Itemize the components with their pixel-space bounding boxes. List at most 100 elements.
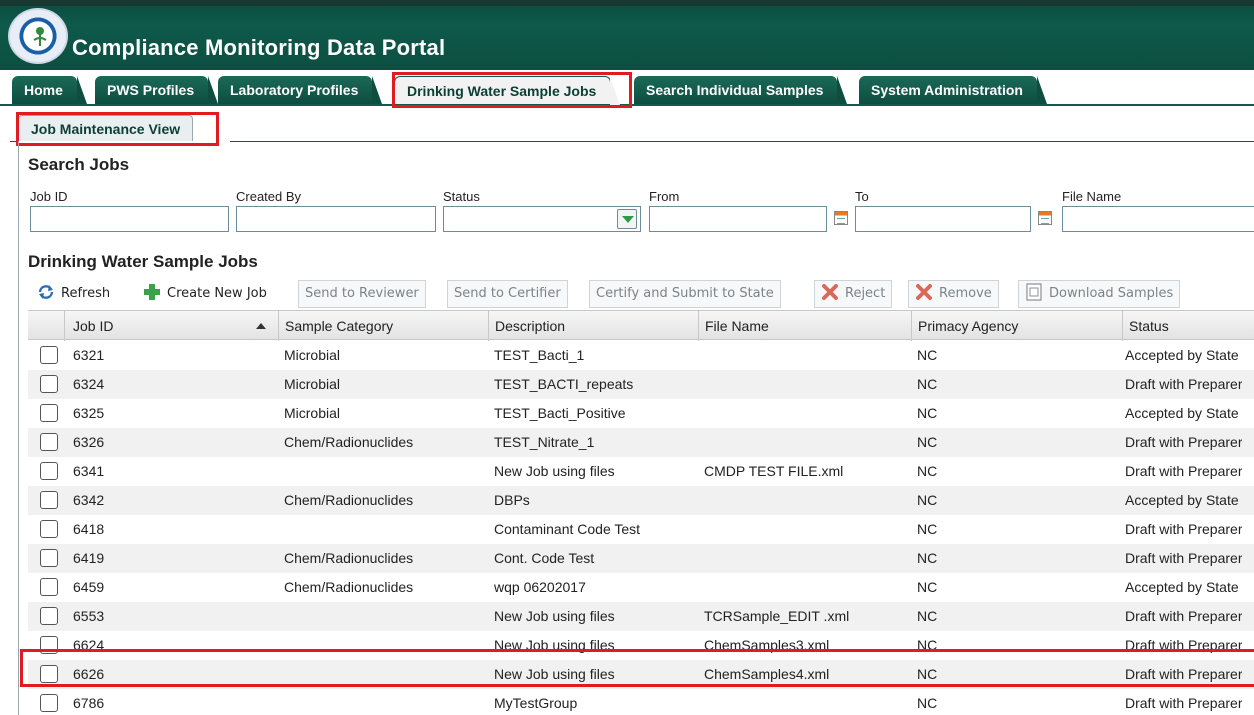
- job-id-cell: 6324: [73, 376, 105, 392]
- send-to-certifier-button[interactable]: Send to Certifier: [447, 280, 568, 308]
- column-header-sample-category[interactable]: Sample Category: [278, 311, 486, 341]
- reject-button[interactable]: Reject: [814, 280, 893, 308]
- row-checkbox[interactable]: [40, 607, 58, 625]
- status-dropdown-icon[interactable]: [617, 209, 637, 229]
- table-row[interactable]: 6326 Chem/Radionuclides TEST_Nitrate_1 NC Dr…: [28, 428, 1254, 457]
- header-banner: Compliance Monitoring Data Portal: [0, 0, 1254, 70]
- row-checkbox[interactable]: [40, 433, 58, 451]
- certify-submit-button[interactable]: Certify and Submit to State: [589, 280, 781, 308]
- table-row[interactable]: 6418 Contaminant Code Test NC Draft with Pr…: [28, 515, 1254, 544]
- to-calendar-icon[interactable]: [1038, 211, 1052, 225]
- from-label: From: [649, 189, 680, 204]
- download-samples-label: Download Samples: [1049, 286, 1174, 301]
- subtab-divider: [230, 141, 1254, 142]
- table-row[interactable]: 6321 Microbial TEST_Bacti_1 NC Accepted by S…: [28, 341, 1254, 370]
- download-samples-button[interactable]: Download Samples: [1018, 280, 1181, 308]
- refresh-button[interactable]: Refresh: [30, 280, 117, 308]
- row-checkbox[interactable]: [40, 404, 58, 422]
- create-new-job-button[interactable]: Create New Job: [136, 280, 274, 308]
- tab-pws-profiles[interactable]: PWS Profiles: [95, 76, 219, 104]
- row-checkbox[interactable]: [40, 636, 58, 654]
- tab-system-administration[interactable]: System Administration: [859, 76, 1047, 104]
- description-cell: TEST_Bacti_1: [494, 347, 585, 363]
- primacy-agency-cell: NC: [917, 637, 938, 653]
- epa-logo: [8, 8, 68, 64]
- file-name-cell: CMDP TEST FILE.xml: [704, 463, 844, 479]
- description-cell: New Job using files: [494, 463, 615, 479]
- column-header-primacy-agency[interactable]: Primacy Agency: [911, 311, 1121, 341]
- column-header-description[interactable]: Description: [488, 311, 696, 341]
- description-cell: TEST_Bacti_Positive: [494, 405, 626, 421]
- row-checkbox[interactable]: [40, 491, 58, 509]
- row-checkbox[interactable]: [40, 520, 58, 538]
- table-row[interactable]: 6324 Microbial TEST_BACTI_repeats NC Draft w…: [28, 370, 1254, 399]
- job-id-cell: 6325: [73, 405, 105, 421]
- description-cell: MyTestGroup: [494, 695, 578, 711]
- table-row[interactable]: 6626 New Job using files ChemSamples4.xml N…: [28, 660, 1254, 689]
- subtab-job-maintenance-view[interactable]: Job Maintenance View: [18, 115, 194, 141]
- from-calendar-icon[interactable]: [834, 211, 848, 225]
- status-cell: Draft with Preparer: [1125, 550, 1243, 566]
- row-checkbox[interactable]: [40, 694, 58, 712]
- file-name-input[interactable]: [1062, 206, 1254, 232]
- send-to-reviewer-button[interactable]: Send to Reviewer: [298, 280, 426, 308]
- tab-laboratory-profiles[interactable]: Laboratory Profiles: [218, 76, 383, 104]
- description-cell: DBPs: [494, 492, 530, 508]
- from-date-input[interactable]: [649, 206, 827, 232]
- job-id-label: Job ID: [30, 189, 68, 204]
- file-name-label: File Name: [1062, 189, 1122, 204]
- row-checkbox[interactable]: [40, 346, 58, 364]
- table-row[interactable]: 6342 Chem/Radionuclides DBPs NC Accepted by …: [28, 486, 1254, 515]
- description-cell: New Job using files: [494, 608, 615, 624]
- row-checkbox[interactable]: [40, 462, 58, 480]
- table-row[interactable]: 6459 Chem/Radionuclides wqp 06202017 NC Acce…: [28, 573, 1254, 602]
- job-id-cell: 6626: [73, 666, 105, 682]
- tab-home[interactable]: Home: [12, 76, 87, 104]
- table-row[interactable]: 6325 Microbial TEST_Bacti_Positive NC Accept…: [28, 399, 1254, 428]
- remove-button[interactable]: Remove: [908, 280, 999, 308]
- status-cell: Draft with Preparer: [1125, 463, 1243, 479]
- job-id-cell: 6321: [73, 347, 105, 363]
- job-id-cell: 6419: [73, 550, 105, 566]
- tab-search-individual-samples[interactable]: Search Individual Samples: [634, 76, 848, 104]
- job-id-cell: 6418: [73, 521, 105, 537]
- search-jobs-title: Search Jobs: [28, 155, 130, 174]
- sort-ascending-icon: [256, 323, 266, 329]
- status-cell: Accepted by State: [1125, 347, 1239, 363]
- job-id-cell: 6326: [73, 434, 105, 450]
- job-id-cell: 6342: [73, 492, 105, 508]
- created-by-label: Created By: [236, 189, 302, 204]
- column-label-file-name: File Name: [705, 318, 769, 334]
- column-header-status[interactable]: Status: [1122, 311, 1254, 341]
- column-header-file-name[interactable]: File Name: [698, 311, 910, 341]
- table-row[interactable]: 6341 New Job using files CMDP TEST FILE.xm…: [28, 457, 1254, 486]
- add-icon: [143, 283, 161, 301]
- status-cell: Draft with Preparer: [1125, 637, 1243, 653]
- job-id-input[interactable]: [30, 206, 229, 232]
- row-checkbox[interactable]: [40, 665, 58, 683]
- table-row[interactable]: 6553 New Job using files TCRSample_EDIT .x…: [28, 602, 1254, 631]
- tab-drinking-water-sample-jobs[interactable]: Drinking Water Sample Jobs: [394, 76, 621, 105]
- jobs-title: Drinking Water Sample Jobs: [28, 252, 258, 271]
- table-row[interactable]: 6624 New Job using files ChemSamples3.xml N…: [28, 631, 1254, 660]
- to-date-input[interactable]: [855, 206, 1031, 232]
- remove-label: Remove: [939, 286, 992, 301]
- row-checkbox[interactable]: [40, 375, 58, 393]
- table-row[interactable]: 6786 MyTestGroup NC Draft with Preparer: [28, 689, 1254, 715]
- table-row[interactable]: 6419 Chem/Radionuclides Cont. Code Test NC D…: [28, 544, 1254, 573]
- create-new-job-label: Create New Job: [167, 286, 267, 301]
- status-label: Status: [443, 189, 480, 204]
- status-cell: Accepted by State: [1125, 492, 1239, 508]
- row-checkbox[interactable]: [40, 549, 58, 567]
- status-cell: Draft with Preparer: [1125, 434, 1243, 450]
- job-id-cell: 6786: [73, 695, 105, 711]
- created-by-input[interactable]: [236, 206, 436, 232]
- sample-category-cell: Chem/Radionuclides: [284, 492, 414, 508]
- primacy-agency-cell: NC: [917, 376, 938, 392]
- subtab-divider-left: [10, 141, 18, 142]
- status-select[interactable]: [443, 206, 641, 232]
- sample-category-cell: Chem/Radionuclides: [284, 579, 414, 595]
- column-header-job-id[interactable]: Job ID: [64, 311, 278, 341]
- row-checkbox[interactable]: [40, 578, 58, 596]
- description-cell: Cont. Code Test: [494, 550, 595, 566]
